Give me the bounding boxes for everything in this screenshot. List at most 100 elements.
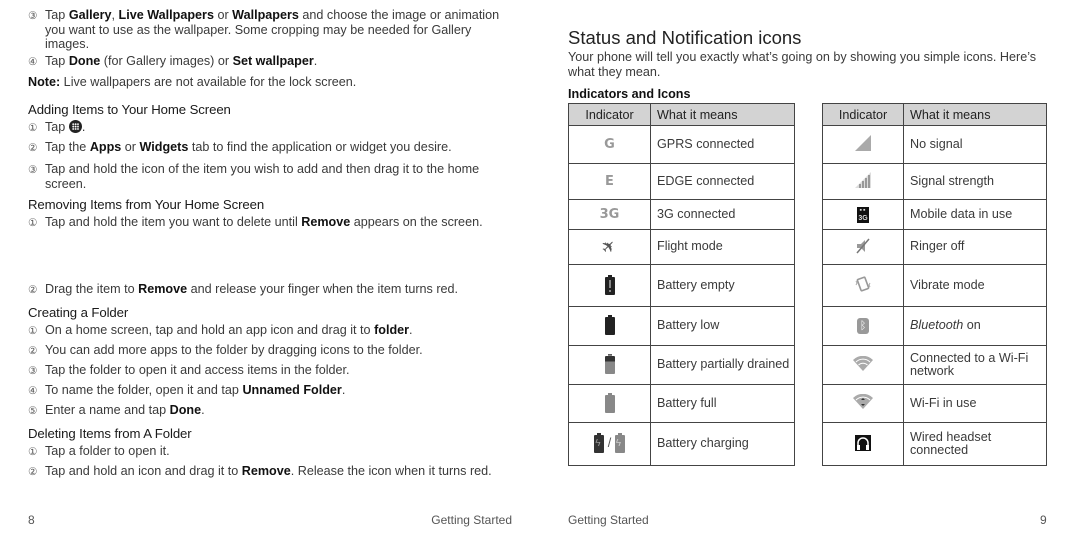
meaning-text: Wi-Fi in use — [910, 395, 977, 410]
ui-term: Unnamed Folder — [242, 383, 342, 397]
indicator-cell: ϟ / ϟ — [568, 422, 651, 466]
step-number: ② — [28, 142, 38, 154]
section-name-right: Getting Started — [568, 513, 649, 527]
step-number: ③ — [28, 365, 38, 377]
text-run: Drag the item to — [45, 282, 139, 296]
step-text: Tap and hold an icon and drag it to Remo… — [45, 464, 518, 480]
meaning-cell: Battery low — [650, 306, 795, 346]
step-number: ③ — [28, 10, 38, 22]
creating-step-5: ⑤ Enter a name and tap Done. — [28, 403, 518, 419]
header-meaning: What it means — [903, 103, 1047, 126]
page-title: Status and Notification icons — [568, 27, 802, 48]
meaning-cell: Ringer off — [903, 229, 1047, 265]
indicator-cell — [822, 229, 904, 265]
meaning-text: 3G connected — [657, 206, 736, 221]
header-indicator: Indicator — [822, 103, 904, 126]
text-run: and release your finger when the item tu… — [187, 282, 459, 296]
indicator-table-2: Indicator What it means No signal Signal … — [822, 103, 1047, 466]
ui-term: Remove — [301, 215, 351, 229]
meaning-text: Signal strength — [910, 173, 995, 188]
3g-icon: 3G — [599, 207, 620, 222]
table-row: Vibrate mode — [822, 264, 1047, 307]
section-name: Getting Started — [431, 513, 512, 527]
meaning-text: Connected to a Wi-Fi network — [910, 350, 1029, 378]
text-run: To name the folder, open it and tap — [45, 383, 243, 397]
table-row: No signal — [822, 125, 1047, 164]
meaning-cell: Vibrate mode — [903, 264, 1047, 307]
step-text: Drag the item to Remove and release your… — [45, 282, 518, 298]
table-row: G GPRS connected — [568, 125, 795, 164]
ui-term: Remove — [138, 282, 188, 296]
meaning-cell: Connected to a Wi-Fi network — [903, 345, 1047, 385]
table-row: Battery partially drained — [568, 345, 795, 385]
text-run: appears on the screen. — [350, 215, 483, 229]
indicator-cell — [822, 125, 904, 164]
step-text: To name the folder, open it and tap Unna… — [45, 383, 518, 399]
creating-step-2: ② You can add more apps to the folder by … — [28, 343, 518, 359]
table-row: Battery full — [568, 384, 795, 423]
step-number: ① — [28, 446, 38, 458]
heading-deleting-items: Deleting Items from A Folder — [28, 426, 192, 441]
step-number: ④ — [28, 385, 38, 397]
wallpaper-step-4: ④ Tap Done (for Gallery images) or Set wa… — [28, 54, 518, 70]
battery-full-icon — [604, 392, 615, 413]
meaning-text: GPRS connected — [657, 136, 755, 151]
meaning-text: Battery partially drained — [657, 357, 790, 372]
meaning-cell: Wi-Fi in use — [903, 384, 1047, 423]
meaning-italic: Bluetooth — [910, 318, 964, 333]
step-text: Tap and hold the item you want to delete… — [45, 215, 518, 231]
table-row: Wi-Fi in use — [822, 384, 1047, 423]
text-run: On a home screen, tap and hold an app ic… — [45, 323, 375, 337]
step-text-end: . — [81, 120, 86, 134]
page-number: 8 — [28, 513, 35, 527]
text-run: . — [409, 323, 413, 337]
indicator-cell — [568, 264, 651, 307]
meaning-cell: 3G connected — [650, 199, 795, 230]
indicator-cell — [822, 345, 904, 385]
table-row: ϟ / ϟ Battery charging — [568, 422, 795, 466]
ui-term: Done — [169, 403, 202, 417]
creating-step-1: ① On a home screen, tap and hold an app i… — [28, 323, 518, 339]
meaning-cell: Bluetooth on — [903, 306, 1047, 346]
note: Note: Live wallpapers are not available … — [28, 75, 356, 89]
step-number: ① — [28, 122, 38, 134]
battery-low-icon — [604, 315, 615, 335]
deleting-step-2: ② Tap and hold an icon and drag it to Rem… — [28, 464, 518, 480]
meaning-cell: Wired headset connected — [903, 422, 1047, 466]
meaning-cell: EDGE connected — [650, 163, 795, 200]
text-run: , — [111, 8, 119, 22]
step-text: Enter a name and tap Done. — [45, 403, 518, 419]
ui-term: Wallpapers — [232, 8, 299, 22]
creating-step-4: ④ To name the folder, open it and tap Unn… — [28, 383, 518, 399]
table-row: ᛒ Bluetooth on — [822, 306, 1047, 346]
ui-term: folder — [374, 323, 410, 337]
text-run: tab to find the application or widget yo… — [188, 140, 452, 154]
step-number: ② — [28, 466, 38, 478]
heading-adding-items: Adding Items to Your Home Screen — [28, 102, 231, 117]
gprs-icon: G — [604, 137, 615, 152]
indicator-cell — [822, 163, 904, 200]
meaning-cell: Battery charging — [650, 422, 795, 466]
text-run: Tap the folder to open it and access ite… — [45, 363, 350, 377]
indicator-cell: ▪▪ 3G — [822, 199, 904, 230]
indicator-cell — [822, 384, 904, 423]
indicator-cell: ✈ — [568, 229, 651, 265]
text-run: or — [121, 140, 140, 154]
indicator-cell — [568, 306, 651, 346]
text-run: . Release the icon when it turns red. — [290, 464, 492, 478]
meaning-cell: Signal strength — [903, 163, 1047, 200]
meaning-cell: No signal — [903, 125, 1047, 164]
indicator-cell — [822, 264, 904, 307]
step-text: Tap the Apps or Widgets tab to find the … — [45, 140, 518, 156]
table-row: Ringer off — [822, 229, 1047, 265]
ui-term: Set wallpaper — [232, 54, 314, 68]
meaning-text: No signal — [910, 136, 963, 151]
step-text: You can add more apps to the folder by d… — [45, 343, 518, 359]
meaning-cell: GPRS connected — [650, 125, 795, 164]
airplane-icon: ✈ — [597, 234, 622, 260]
ringer-off-icon — [854, 238, 872, 258]
text-run: . — [313, 54, 318, 68]
meaning-text: Battery empty — [657, 277, 735, 292]
page-number-right: 9 — [1040, 513, 1047, 527]
text-run: Tap and hold the icon of the item you wi… — [45, 162, 480, 191]
